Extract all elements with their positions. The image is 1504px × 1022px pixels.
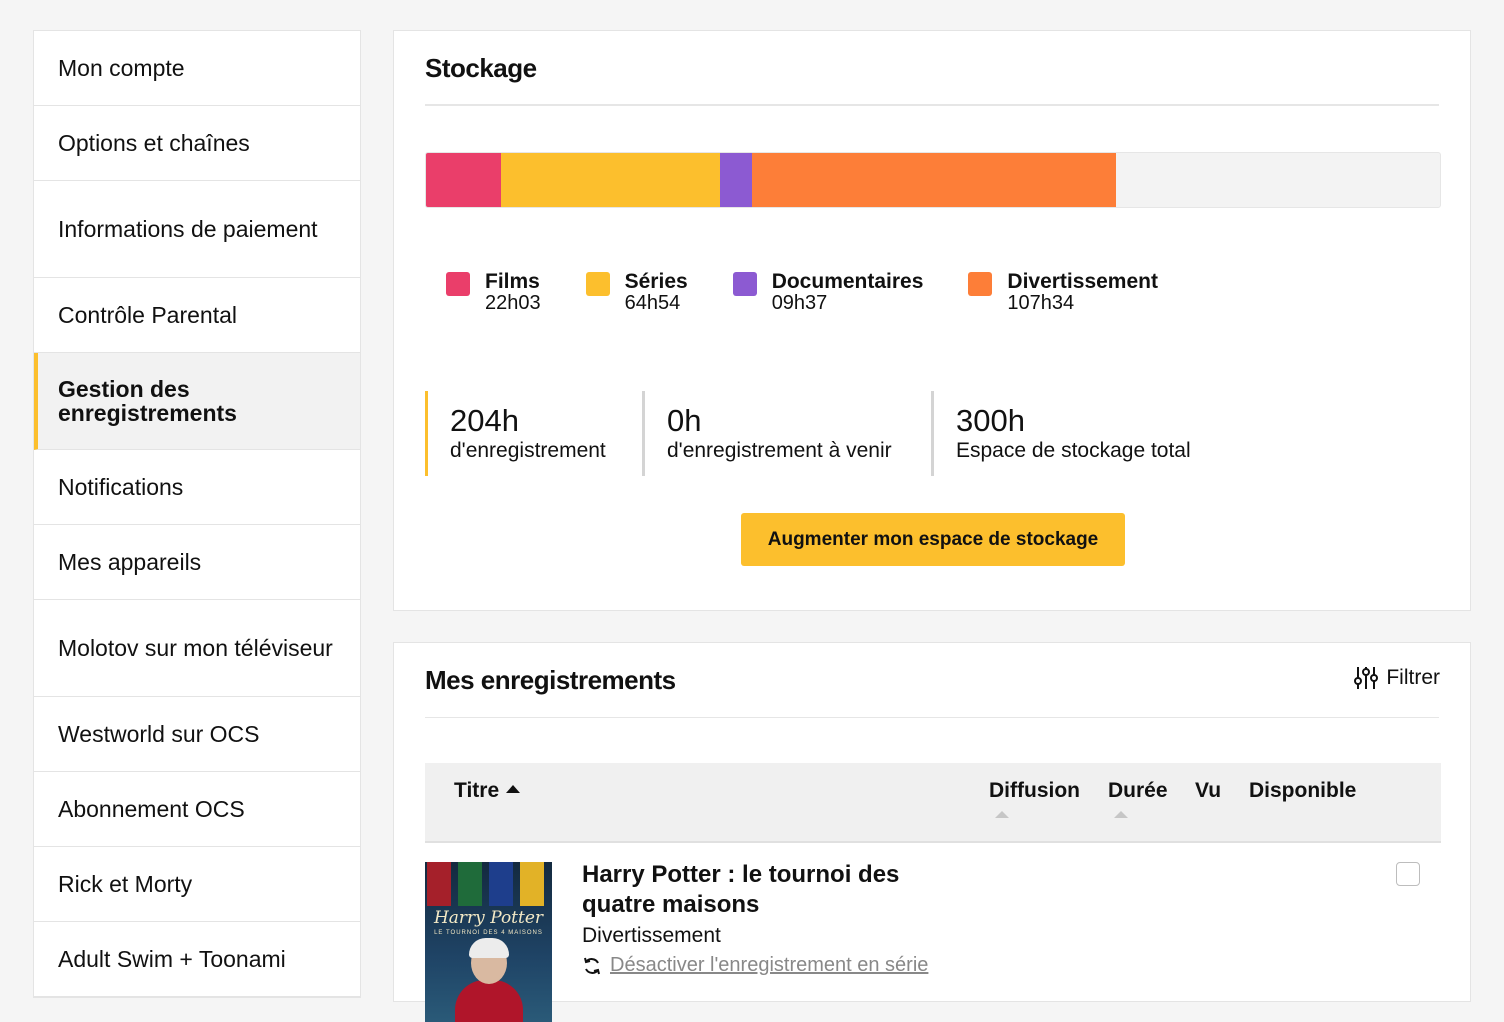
sidebar-item-label: Gestion des enregistrements bbox=[58, 376, 237, 426]
sidebar-item[interactable]: Westworld sur OCS bbox=[34, 697, 360, 772]
column-available: Disponible bbox=[1249, 779, 1356, 803]
legend-item: Documentaires 09h37 bbox=[732, 271, 924, 314]
poster-hair bbox=[469, 938, 509, 958]
poster-title: Harry Potter bbox=[433, 908, 544, 928]
stat-label: Espace de stockage total bbox=[956, 439, 1191, 462]
sidebar-item[interactable]: Informations de paiement bbox=[34, 181, 360, 278]
sidebar-item-label: Adult Swim + Toonami bbox=[58, 946, 286, 972]
usage-segment bbox=[752, 153, 1116, 207]
divider bbox=[425, 104, 1439, 106]
legend-name: Divertissement bbox=[1007, 270, 1158, 293]
sidebar-item[interactable]: Abonnement OCS bbox=[34, 772, 360, 847]
sidebar-item-label: Informations de paiement bbox=[58, 216, 318, 242]
legend-swatch bbox=[732, 272, 757, 296]
sidebar-item-label: Westworld sur OCS bbox=[58, 721, 260, 747]
column-duration-label: Durée bbox=[1108, 779, 1168, 802]
banner bbox=[489, 862, 513, 906]
legend-name: Séries bbox=[624, 270, 688, 293]
usage-segment bbox=[500, 153, 720, 207]
sidebar-item-label: Options et chaînes bbox=[58, 130, 250, 156]
disable-series-recording-link[interactable]: Désactiver l'enregistrement en série bbox=[582, 954, 928, 977]
sidebar-item-label: Molotov sur mon téléviseur bbox=[58, 635, 333, 661]
usage-segment bbox=[426, 153, 501, 207]
storage-stats: 204h d'enregistrement 0h d'enregistremen… bbox=[425, 391, 1231, 476]
stat-total: 300h Espace de stockage total bbox=[931, 391, 1231, 476]
banner bbox=[520, 862, 544, 906]
stat-label: d'enregistrement bbox=[450, 439, 606, 462]
sidebar-item-label: Abonnement OCS bbox=[58, 796, 245, 822]
stat-label: d'enregistrement à venir bbox=[667, 439, 892, 462]
disable-series-recording-label: Désactiver l'enregistrement en série bbox=[610, 954, 929, 976]
column-broadcast-label: Diffusion bbox=[989, 779, 1080, 802]
banner bbox=[458, 862, 482, 906]
poster-subtitle: LE TOURNOI DES 4 MAISONS bbox=[434, 930, 543, 936]
legend-text: Films 22h03 bbox=[485, 271, 541, 314]
sidebar-item-label: Contrôle Parental bbox=[58, 302, 237, 328]
storage-legend: Films 22h03 Séries 64h54 Documentaires 09h37 D… bbox=[446, 271, 1203, 314]
sort-ascending-icon bbox=[506, 785, 521, 794]
sidebar-item[interactable]: Options et chaînes bbox=[34, 106, 360, 181]
storage-usage-bar bbox=[425, 152, 1441, 208]
account-sidebar: Mon compte Options et chaînes Informations… bbox=[33, 30, 361, 998]
legend-value: 64h54 bbox=[624, 292, 681, 314]
sidebar-item[interactable]: Rick et Morty bbox=[34, 847, 360, 922]
sidebar-item[interactable]: Mon compte bbox=[34, 31, 360, 106]
legend-name: Films bbox=[485, 270, 540, 293]
sidebar-item-label: Mon compte bbox=[58, 55, 185, 81]
sort-hint-icon bbox=[995, 811, 1009, 818]
recordings-card: Mes enregistrements Filtrer Titre Diffus… bbox=[393, 642, 1471, 1022]
sliders-icon bbox=[1354, 667, 1379, 689]
legend-name: Documentaires bbox=[771, 270, 924, 293]
increase-storage-button[interactable]: Augmenter mon espace de stockage bbox=[741, 513, 1125, 566]
stat-number: 300h bbox=[956, 403, 1025, 438]
legend-text: Divertissement 107h34 bbox=[1007, 271, 1158, 314]
column-title-label: Titre bbox=[454, 779, 500, 802]
column-seen-label: Vu bbox=[1195, 779, 1222, 802]
divider bbox=[425, 717, 1439, 718]
column-duration[interactable]: Durée bbox=[1108, 779, 1168, 803]
refresh-icon bbox=[584, 957, 600, 974]
legend-item: Séries 64h54 bbox=[585, 271, 688, 314]
storage-card: Stockage Films 22h03 Séries 64h54 Documentai… bbox=[393, 30, 1471, 611]
legend-item: Films 22h03 bbox=[446, 271, 541, 314]
sidebar-item[interactable]: Molotov sur mon téléviseur bbox=[34, 600, 360, 697]
recording-select-checkbox[interactable] bbox=[1396, 862, 1420, 886]
legend-value: 107h34 bbox=[1007, 292, 1075, 314]
column-available-label: Disponible bbox=[1249, 779, 1357, 802]
sidebar-item[interactable]: Notifications bbox=[34, 450, 360, 525]
filter-label: Filtrer bbox=[1386, 666, 1440, 689]
stat-number: 204h bbox=[450, 403, 519, 438]
sidebar-item-label: Notifications bbox=[58, 474, 184, 500]
usage-segment bbox=[719, 153, 753, 207]
recording-genre: Divertissement bbox=[582, 924, 721, 947]
legend-value: 22h03 bbox=[485, 292, 541, 314]
sidebar-item-label: Rick et Morty bbox=[58, 871, 193, 897]
column-title[interactable]: Titre bbox=[454, 779, 521, 803]
sort-hint-icon bbox=[1114, 811, 1128, 818]
recordings-table-header: Titre Diffusion Durée Vu Disponible bbox=[425, 763, 1441, 843]
sidebar-item[interactable]: Gestion des enregistrements bbox=[34, 353, 360, 450]
banner bbox=[427, 862, 451, 906]
column-seen: Vu bbox=[1195, 779, 1221, 803]
stat-number: 0h bbox=[667, 403, 702, 438]
recording-poster[interactable]: Harry Potter LE TOURNOI DES 4 MAISONS bbox=[425, 862, 552, 1022]
legend-text: Documentaires 09h37 bbox=[772, 271, 924, 314]
legend-value: 09h37 bbox=[771, 292, 828, 314]
poster-figure bbox=[455, 980, 523, 1022]
legend-text: Séries 64h54 bbox=[625, 271, 688, 314]
stat-upcoming: 0h d'enregistrement à venir bbox=[642, 391, 931, 476]
sidebar-item[interactable]: Contrôle Parental bbox=[34, 278, 360, 353]
column-broadcast[interactable]: Diffusion bbox=[989, 779, 1080, 803]
legend-swatch bbox=[446, 272, 470, 296]
legend-swatch bbox=[585, 272, 610, 296]
storage-title: Stockage bbox=[425, 53, 537, 83]
recordings-title: Mes enregistrements bbox=[425, 665, 676, 695]
legend-item: Divertissement 107h34 bbox=[968, 271, 1158, 314]
sidebar-item-label: Mes appareils bbox=[58, 549, 202, 575]
filter-button[interactable]: Filtrer bbox=[1353, 665, 1440, 691]
sidebar-item[interactable]: Mes appareils bbox=[34, 525, 360, 600]
stat-recorded: 204h d'enregistrement bbox=[425, 391, 642, 476]
legend-swatch bbox=[968, 272, 993, 296]
recording-title[interactable]: Harry Potter : le tournoi des quatre mai… bbox=[582, 860, 942, 920]
